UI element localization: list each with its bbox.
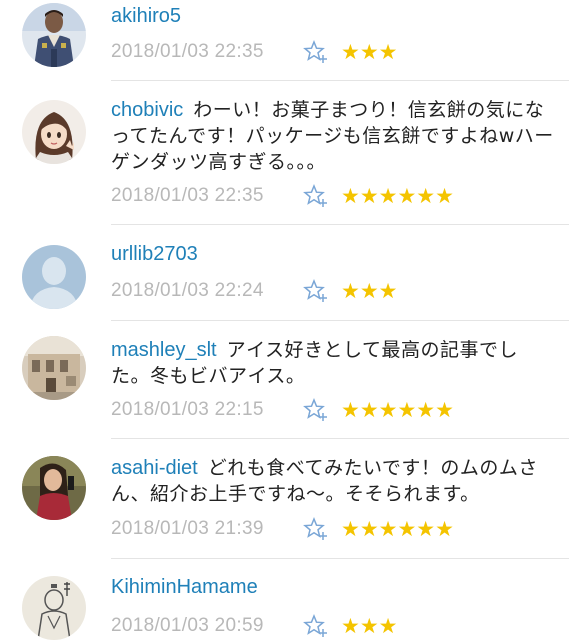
username-link[interactable]: chobivic	[111, 99, 183, 121]
star-rating: ★★★	[341, 279, 398, 303]
add-favorite-star-icon[interactable]	[303, 397, 329, 423]
divider	[111, 438, 569, 439]
username-link[interactable]: urllib2703	[111, 243, 198, 265]
divider	[111, 320, 569, 321]
divider	[111, 558, 569, 559]
comment-list: akihiro5 2018/01/03 22:35 ★★★ chobivic わ…	[0, 0, 569, 640]
add-favorite-star-icon[interactable]	[303, 516, 329, 542]
sketch-figure-avatar-icon	[22, 576, 86, 640]
user-avatar[interactable]	[22, 100, 86, 164]
add-favorite-star-icon[interactable]	[303, 39, 329, 65]
star-rating: ★★★★★★	[341, 398, 454, 422]
anime-girl-avatar-icon	[22, 100, 86, 164]
default-user-avatar-icon	[22, 245, 86, 309]
comment-timestamp: 2018/01/03 20:59	[111, 615, 264, 636]
add-favorite-star-icon[interactable]	[303, 278, 329, 304]
comment-timestamp: 2018/01/03 22:15	[111, 399, 264, 420]
add-favorite-star-icon[interactable]	[303, 613, 329, 639]
username-link[interactable]: asahi-diet	[111, 457, 198, 479]
username-link[interactable]: mashley_slt	[111, 339, 217, 361]
comment-timestamp: 2018/01/03 22:35	[111, 41, 264, 62]
man-in-uniform-avatar-icon	[22, 3, 86, 67]
username-link[interactable]: akihiro5	[111, 5, 181, 27]
user-avatar[interactable]	[22, 576, 86, 640]
building-photo-avatar-icon	[22, 336, 86, 400]
comment-timestamp: 2018/01/03 21:39	[111, 518, 264, 539]
user-avatar[interactable]	[22, 456, 86, 520]
user-avatar[interactable]	[22, 245, 86, 309]
comment-timestamp: 2018/01/03 22:24	[111, 280, 264, 301]
divider	[111, 80, 569, 81]
star-rating: ★★★	[341, 40, 398, 64]
woman-photo-avatar-icon	[22, 456, 86, 520]
star-rating: ★★★★★★	[341, 184, 454, 208]
divider	[111, 224, 569, 225]
user-avatar[interactable]	[22, 3, 86, 67]
star-rating: ★★★★★★	[341, 517, 454, 541]
add-favorite-star-icon[interactable]	[303, 183, 329, 209]
comment-timestamp: 2018/01/03 22:35	[111, 185, 264, 206]
star-rating: ★★★	[341, 614, 398, 638]
user-avatar[interactable]	[22, 336, 86, 400]
username-link[interactable]: KihiminHamame	[111, 576, 258, 598]
